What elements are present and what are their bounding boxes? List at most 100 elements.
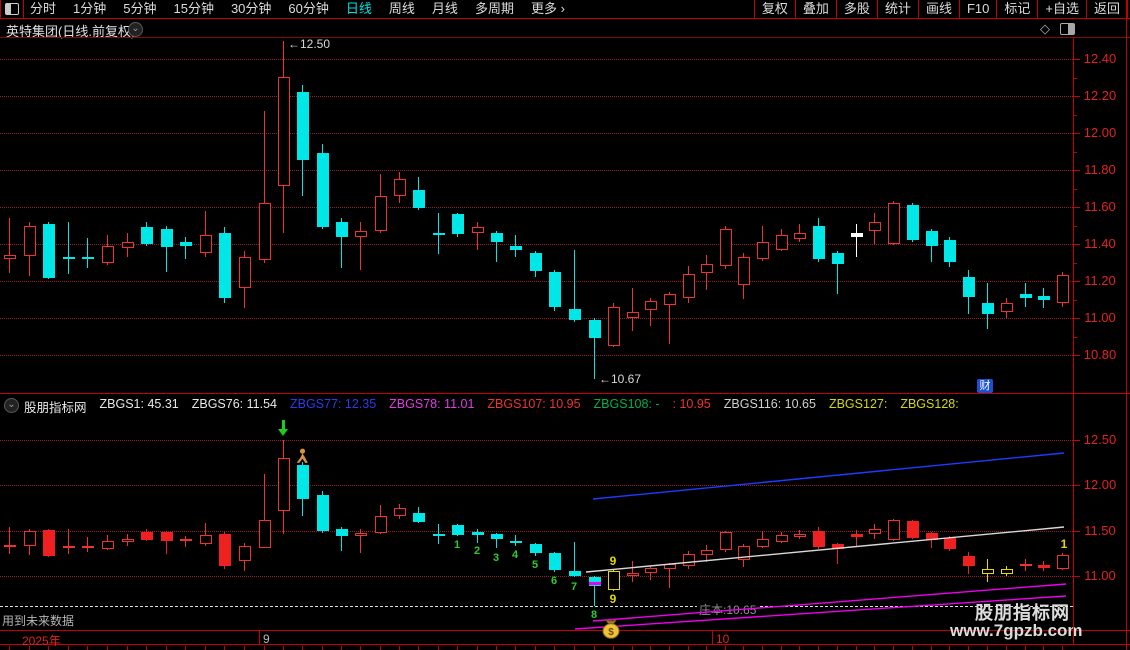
candle-wick bbox=[632, 288, 633, 331]
tool-item-统计[interactable]: 统计 bbox=[876, 0, 918, 18]
axis-vline-left bbox=[1073, 37, 1074, 645]
candle-body bbox=[433, 233, 445, 235]
main-axis-label: 11.60 bbox=[1084, 199, 1116, 214]
candle-body bbox=[239, 546, 251, 561]
candle-body bbox=[963, 277, 975, 297]
candle-body bbox=[317, 495, 329, 531]
tool-item-复权[interactable]: 复权 bbox=[753, 0, 795, 18]
zhuben-label: 庄本:10.65 bbox=[697, 601, 759, 618]
candle-body bbox=[510, 541, 522, 543]
candle-body bbox=[219, 233, 231, 298]
count-digit-green: 5 bbox=[531, 559, 539, 571]
menu-item-月线[interactable]: 月线 bbox=[432, 0, 458, 18]
bar-tick bbox=[669, 646, 670, 650]
menu-item-30分钟[interactable]: 30分钟 bbox=[231, 0, 271, 18]
candle-body bbox=[794, 233, 806, 239]
main-axis-label: 12.40 bbox=[1083, 51, 1117, 66]
candle-body bbox=[944, 538, 956, 549]
bar-tick bbox=[837, 646, 838, 650]
candle-wick bbox=[856, 530, 857, 546]
sub-gridline bbox=[0, 485, 1073, 486]
candle-body bbox=[589, 577, 601, 586]
bar-tick bbox=[893, 646, 894, 650]
candle-body bbox=[530, 544, 542, 553]
count-digit-green: 6 bbox=[550, 575, 558, 587]
count-digit-green: 3 bbox=[492, 552, 500, 564]
candle-wick bbox=[9, 218, 10, 273]
bar-tick bbox=[418, 646, 419, 650]
tool-item-叠加[interactable]: 叠加 bbox=[794, 0, 836, 18]
tool-item-画线[interactable]: 画线 bbox=[917, 0, 959, 18]
arrow-stem bbox=[281, 420, 285, 429]
candle-body bbox=[510, 246, 522, 250]
indicator-token: : 10.95 bbox=[672, 397, 711, 411]
candle-body bbox=[645, 568, 657, 573]
main-axis-minortick bbox=[1073, 337, 1077, 338]
candle-body bbox=[141, 227, 153, 244]
tool-item-+自选[interactable]: +自选 bbox=[1037, 0, 1086, 18]
sub-axis-label: 11.00 bbox=[1084, 568, 1116, 583]
menu-item-分时[interactable]: 分时 bbox=[30, 0, 56, 18]
candle-body bbox=[549, 272, 561, 307]
menu-item-周线[interactable]: 周线 bbox=[389, 0, 415, 18]
main-axis-minortick bbox=[1073, 226, 1077, 227]
candle-body bbox=[907, 521, 919, 538]
tool-item-多股[interactable]: 多股 bbox=[835, 0, 877, 18]
bar-tick bbox=[496, 646, 497, 650]
menu-item-1分钟[interactable]: 1分钟 bbox=[73, 0, 106, 18]
high-price-label: ←12.50 bbox=[288, 37, 331, 51]
tool-item-返回[interactable]: 返回 bbox=[1085, 0, 1127, 18]
low-price-label: ←10.67 bbox=[599, 372, 642, 386]
menu-item-5分钟[interactable]: 5分钟 bbox=[123, 0, 156, 18]
candle-body bbox=[869, 222, 881, 231]
layout-toggle-icon[interactable] bbox=[0, 0, 24, 18]
menu-item-日线[interactable]: 日线 bbox=[346, 0, 372, 18]
candle-body bbox=[4, 545, 16, 547]
candle-body bbox=[701, 264, 713, 273]
candle-body bbox=[336, 222, 348, 237]
menu-item-60分钟[interactable]: 60分钟 bbox=[288, 0, 328, 18]
main-axis-label: 12.20 bbox=[1083, 88, 1117, 103]
month-tick bbox=[259, 631, 260, 645]
bar-tick bbox=[762, 646, 763, 650]
title-dropdown-icon[interactable]: ⌄ bbox=[128, 22, 143, 37]
count-digit-green: 2 bbox=[473, 545, 481, 557]
candle-body bbox=[24, 531, 36, 546]
month-tick bbox=[712, 631, 713, 645]
candle-body bbox=[982, 569, 994, 574]
diamond-icon[interactable]: ◇ bbox=[1040, 21, 1050, 37]
indicator-dropdown-icon[interactable]: ⌄ bbox=[4, 398, 19, 413]
period-menu: 分时 1分钟 5分钟 15分钟 30分钟 60分钟 日线 周线 月线 多周期 更多 › bbox=[30, 0, 565, 18]
bar-tick bbox=[574, 646, 575, 650]
indicator-token: ZBGS128: bbox=[900, 397, 959, 411]
indicator-token: ZBGS78: 11.01 bbox=[389, 397, 475, 411]
main-gridline bbox=[0, 318, 1073, 319]
candle-wick bbox=[9, 527, 10, 554]
bar-tick bbox=[1025, 646, 1026, 650]
menu-item-15分钟[interactable]: 15分钟 bbox=[173, 0, 213, 18]
svg-text:$: $ bbox=[608, 627, 614, 638]
candle-body bbox=[1020, 294, 1032, 298]
bar-tick bbox=[1006, 646, 1007, 650]
menu-item-更多 ›[interactable]: 更多 › bbox=[531, 0, 565, 18]
menu-item-多周期[interactable]: 多周期 bbox=[475, 0, 514, 18]
main-gridline bbox=[0, 170, 1073, 171]
sub-axis-label: 12.50 bbox=[1083, 432, 1117, 447]
candle-wick bbox=[87, 238, 88, 268]
candle-body bbox=[1057, 275, 1069, 303]
main-axis-minortick bbox=[1073, 115, 1077, 116]
tool-item-标记[interactable]: 标记 bbox=[996, 0, 1037, 18]
titlebar: 英特集团(日线.前复权) ⌄ ◇ bbox=[0, 19, 1130, 39]
bar-tick bbox=[302, 646, 303, 650]
pane-split-icon[interactable] bbox=[1060, 23, 1075, 35]
candle-body bbox=[1038, 296, 1050, 300]
candle-body bbox=[278, 458, 290, 511]
candle-wick bbox=[632, 561, 633, 582]
tool-item-F10[interactable]: F10 bbox=[958, 0, 996, 18]
count-digit-yellow: 9 bbox=[609, 554, 617, 568]
candle-wick bbox=[185, 536, 186, 547]
candle-body bbox=[1001, 569, 1013, 574]
candle-body bbox=[926, 231, 938, 246]
bar-tick bbox=[380, 646, 381, 650]
candle-body bbox=[851, 233, 863, 237]
